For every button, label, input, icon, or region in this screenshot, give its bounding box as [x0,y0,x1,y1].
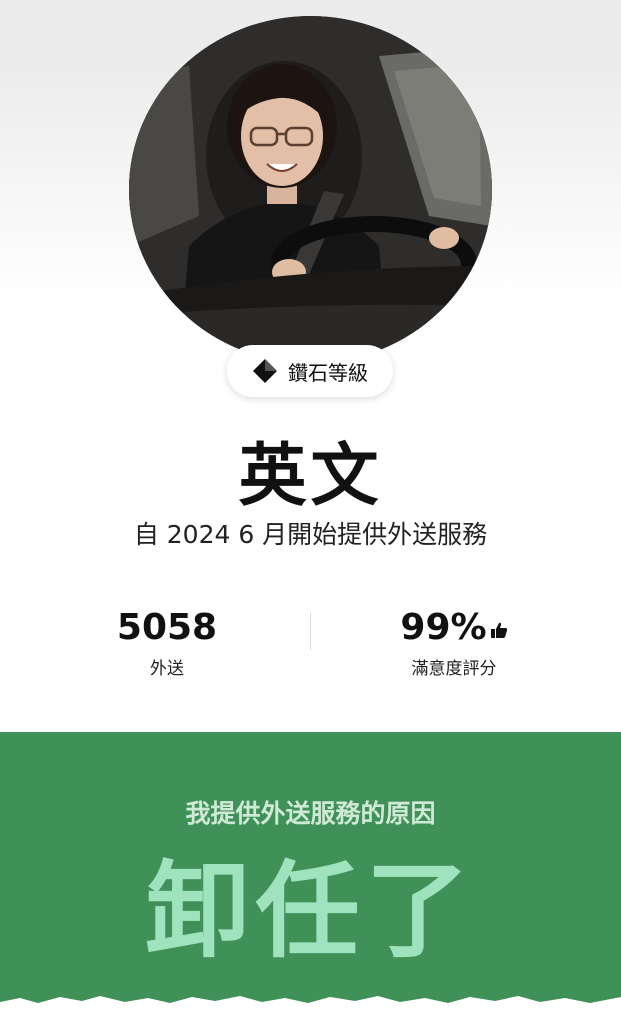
deliveries-label: 外送 [150,659,184,679]
courier-name: 英文 [238,437,383,516]
driver-photo [129,16,492,363]
rating-stat: 99% 滿意度評分 [334,606,574,679]
tier-label: 鑽石等級 [288,360,368,385]
reason-text: 卸任了 [145,850,476,972]
torn-paper-edge [0,996,621,1024]
avatar [129,16,492,363]
tier-badge: 鑽石等級 [227,345,393,397]
service-since-text: 自 2024 6 月開始提供外送服務 [133,520,488,549]
reason-section: 我提供外送服務的原因 卸任了 [0,732,621,1024]
deliveries-count: 5058 [116,607,218,648]
rating-value: 99% [400,607,487,648]
thumbs-up-icon [490,622,507,638]
stats-divider [310,612,311,650]
rating-label: 滿意度評分 [411,659,497,679]
reason-title: 我提供外送服務的原因 [185,799,436,828]
diamond-icon [253,359,277,383]
rating-value-row: 99% [334,606,574,650]
deliveries-stat: 5058 外送 [47,606,287,679]
